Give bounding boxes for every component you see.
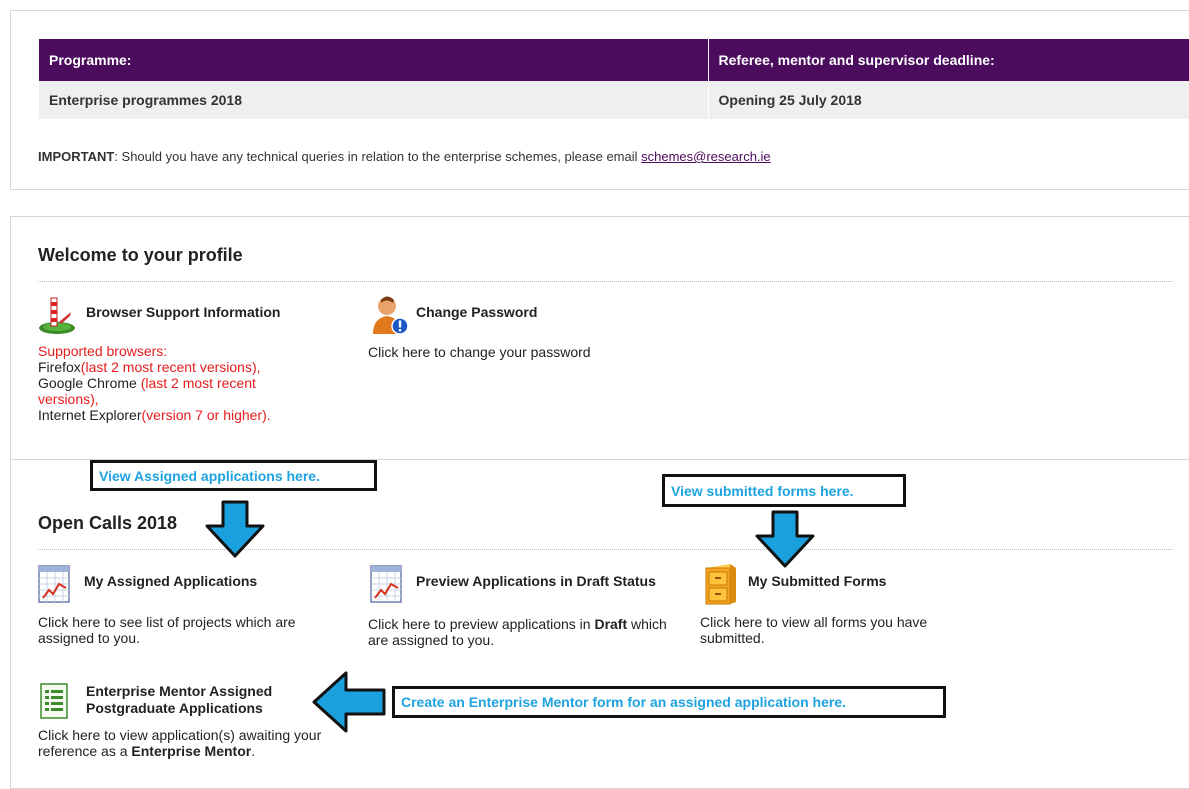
enterprise-mentor-title[interactable]: Enterprise Mentor Assigned Postgraduate … xyxy=(86,683,326,717)
callout-submitted: View submitted forms here. xyxy=(662,474,906,507)
browser-support-text: Supported browsers: Firefox(last 2 most … xyxy=(38,343,298,423)
change-password-desc: Click here to change your password xyxy=(368,344,591,360)
mentor-desc-role: Enterprise Mentor xyxy=(131,743,252,759)
submitted-forms-desc: Click here to view all forms you have su… xyxy=(700,614,928,646)
browser-support-title[interactable]: Browser Support Information xyxy=(86,304,280,321)
open-calls-title: Open Calls 2018 xyxy=(38,513,178,533)
callout-enterprise-mentor: Create an Enterprise Mentor form for an … xyxy=(392,686,946,718)
programme-table: Programme: Referee, mentor and superviso… xyxy=(39,39,1189,119)
preview-desc-draft: Draft xyxy=(594,616,628,632)
change-password-icon[interactable] xyxy=(371,294,411,336)
assigned-applications-desc: Click here to see list of projects which… xyxy=(38,614,296,646)
programme-panel: Programme: Referee, mentor and superviso… xyxy=(10,10,1189,190)
form-list-icon[interactable] xyxy=(39,682,71,722)
welcome-title: Welcome to your profile xyxy=(38,245,243,265)
important-notice: IMPORTANT: Should you have any technical… xyxy=(38,149,771,164)
preview-desc-text: Click here to preview applications in xyxy=(368,616,595,632)
open-calls-panel: Open Calls 2018 My Assigned Applications… xyxy=(10,459,1189,789)
filing-cabinet-icon[interactable] xyxy=(700,562,740,606)
down-arrow-icon xyxy=(755,510,815,568)
cell-deadline: Opening 25 July 2018 xyxy=(708,81,1189,119)
table-row: Enterprise programmes 2018 Opening 25 Ju… xyxy=(39,81,1189,119)
cell-programme: Enterprise programmes 2018 xyxy=(39,81,709,119)
firefox-label: Firefox xyxy=(38,359,81,375)
table-header-row: Programme: Referee, mentor and superviso… xyxy=(39,39,1189,81)
header-deadline: Referee, mentor and supervisor deadline: xyxy=(708,39,1189,81)
assigned-applications-title[interactable]: My Assigned Applications xyxy=(84,573,257,590)
ie-label: Internet Explorer xyxy=(38,407,142,423)
chart-document-icon[interactable] xyxy=(369,564,405,604)
browser-support-icon[interactable] xyxy=(37,294,77,336)
preview-applications-title[interactable]: Preview Applications in Draft Status xyxy=(416,573,656,590)
preview-applications-desc: Click here to preview applications in Dr… xyxy=(368,616,688,648)
mentor-desc-end: . xyxy=(251,743,256,759)
supported-browsers-label: Supported browsers: xyxy=(38,343,168,359)
firefox-note: (last 2 most recent versions), xyxy=(80,359,261,375)
ie-note: (version 7 or higher). xyxy=(141,407,271,423)
divider xyxy=(38,281,1173,282)
chrome-label: Google Chrome xyxy=(38,375,141,391)
down-arrow-icon xyxy=(205,500,265,558)
enterprise-mentor-desc: Click here to view application(s) awaiti… xyxy=(38,727,328,759)
email-link[interactable]: schemes@research.ie xyxy=(641,149,771,164)
left-arrow-icon xyxy=(312,671,386,733)
submitted-forms-title[interactable]: My Submitted Forms xyxy=(748,573,886,590)
change-password-title[interactable]: Change Password xyxy=(416,304,537,321)
callout-assigned: View Assigned applications here. xyxy=(90,460,377,491)
chart-document-icon[interactable] xyxy=(37,564,73,604)
header-programme: Programme: xyxy=(39,39,709,81)
welcome-panel: Welcome to your profile Browser Support … xyxy=(10,216,1189,460)
important-label: IMPORTANT xyxy=(38,149,115,164)
important-text: : Should you have any technical queries … xyxy=(114,149,642,164)
